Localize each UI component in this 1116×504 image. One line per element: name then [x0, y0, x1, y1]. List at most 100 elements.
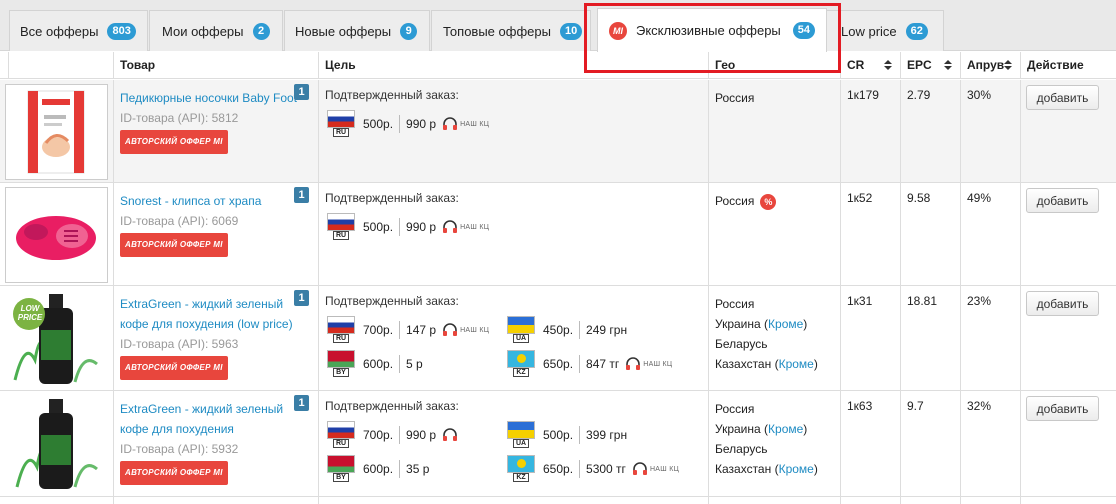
- product-name-link[interactable]: ExtraGreen - жидкий зеленый кофе для пох…: [120, 294, 298, 334]
- epc-value: 2.79: [907, 88, 931, 102]
- epc-value: 9.58: [907, 191, 931, 205]
- epc-cell: 9.7: [901, 391, 961, 496]
- approve-cell: [961, 497, 1021, 504]
- divider: [399, 460, 401, 478]
- sort-icon[interactable]: [1004, 60, 1012, 70]
- payout-amount: 450р.: [543, 323, 574, 337]
- action-cell: добавить: [1021, 286, 1116, 390]
- header-goal[interactable]: Цель: [319, 52, 709, 79]
- epc-cell: 2.79: [901, 80, 961, 182]
- add-offer-button[interactable]: добавить: [1026, 396, 1099, 421]
- tab-label: Топовые офферы: [443, 23, 551, 39]
- flag-ukraine-icon: UA: [507, 421, 535, 449]
- tab-count-badge: 54: [792, 22, 816, 39]
- epc-cell: 18.81: [901, 286, 961, 390]
- except-link[interactable]: Кроме: [768, 422, 803, 436]
- approve-cell: 30%: [961, 80, 1021, 182]
- product-cell: ExtraGreen - жидкий зеленый кофе для пох…: [114, 286, 319, 390]
- product-name-link[interactable]: Педикюрные носочки Baby Foot: [120, 88, 298, 108]
- product-image-baby-foot[interactable]: [5, 84, 108, 180]
- add-offer-button[interactable]: добавить: [1026, 188, 1099, 213]
- product-name-link[interactable]: Snorest - клипса от храпа: [120, 191, 298, 211]
- call-center-info: НАШ КЦ: [442, 117, 489, 131]
- product-price: 847 тг: [586, 357, 620, 371]
- product-cell: [114, 497, 319, 504]
- offer-number-badge: 1: [294, 290, 309, 306]
- header-cr[interactable]: CR: [841, 52, 901, 79]
- divider: [579, 426, 581, 444]
- except-link[interactable]: Кроме: [768, 317, 803, 331]
- flag-kazakhstan-icon: KZ: [507, 455, 535, 483]
- flag-kazakhstan-icon: KZ: [507, 350, 535, 378]
- header-label: Действие: [1027, 58, 1084, 72]
- tab-label: Новые офферы: [295, 23, 392, 39]
- product-image-cell: [0, 497, 114, 504]
- except-link[interactable]: Кроме: [779, 462, 814, 476]
- tab-exclusive-offers[interactable]: MI Эксклюзивные офферы 54: [597, 8, 827, 52]
- flag-russia-icon: RU: [327, 213, 355, 241]
- payout-amount: 650р.: [543, 357, 574, 371]
- product-image-extragreen-low-price[interactable]: LOW PRICE: [5, 290, 108, 386]
- add-offer-button[interactable]: добавить: [1026, 291, 1099, 316]
- tab-label: Мои офферы: [162, 23, 244, 39]
- header-label: Цель: [325, 58, 356, 72]
- product-image-snorest[interactable]: [5, 187, 108, 283]
- except-link[interactable]: Кроме: [779, 357, 814, 371]
- payout-ru: RU 500р. 990 р НАШ КЦ: [327, 213, 489, 241]
- header-approve[interactable]: Апрув: [961, 52, 1021, 79]
- product-info: ExtraGreen - жидкий зеленый кофе для пох…: [120, 294, 298, 380]
- payout-ua: UA 500р. 399 грн: [507, 421, 627, 449]
- tab-low-price[interactable]: Low price 62: [820, 10, 944, 51]
- offer-number-badge: 1: [294, 395, 309, 411]
- divider: [579, 321, 581, 339]
- tab-top-offers[interactable]: Топовые офферы 10: [431, 10, 591, 51]
- tab-label: Все офферы: [20, 23, 99, 39]
- divider: [579, 355, 581, 373]
- cr-value: 1к52: [847, 191, 873, 205]
- product-id: ID-товара (API): 5812: [120, 111, 239, 125]
- geo-country: Казахстан: [715, 357, 772, 371]
- headphones-icon: [443, 220, 458, 233]
- flag-belarus-icon: BY: [327, 455, 355, 483]
- call-center-info: НАШ КЦ: [625, 357, 672, 371]
- cr-value: 1к31: [847, 294, 873, 308]
- tab-my-offers[interactable]: Мои офферы 2: [149, 10, 283, 51]
- flag-russia-icon: RU: [327, 316, 355, 344]
- cr-cell: 1к179: [841, 80, 901, 182]
- cr-cell: 1к52: [841, 183, 901, 285]
- sort-icon[interactable]: [944, 60, 952, 70]
- product-name-link[interactable]: ExtraGreen - жидкий зеленый кофе для пох…: [120, 399, 298, 439]
- geo-entry: Украина (Кроме): [715, 422, 808, 436]
- action-cell: добавить: [1021, 391, 1116, 496]
- tab-count-badge: 10: [559, 22, 583, 40]
- product-price: 147 р: [406, 323, 437, 337]
- geo-entry: Украина (Кроме): [715, 317, 808, 331]
- geo-country: Казахстан: [715, 462, 772, 476]
- author-offer-badge: АВТОРСКИЙ ОФФЕР MI: [120, 356, 228, 380]
- cr-cell: [841, 497, 901, 504]
- goal-cell: Подтвержденный заказ: RU 500р. 990 р НАШ…: [319, 183, 709, 285]
- geo-country: Беларусь: [715, 337, 768, 351]
- add-offer-button[interactable]: добавить: [1026, 85, 1099, 110]
- tab-all-offers[interactable]: Все офферы 803: [9, 10, 148, 51]
- headphones-icon: [443, 117, 458, 130]
- goal-label: Подтвержденный заказ:: [325, 88, 459, 102]
- geo-list: Россия Украина (Кроме) Беларусь Казахста…: [715, 399, 818, 479]
- geo-country: Россия: [715, 402, 755, 416]
- header-product[interactable]: Товар: [114, 52, 319, 79]
- table-row: [0, 497, 1116, 504]
- header-geo[interactable]: Гео: [709, 52, 841, 79]
- product-image-extragreen[interactable]: [5, 395, 108, 491]
- goal-cell: Подтвержденный заказ: RU 700р. 990 р UA: [319, 391, 709, 496]
- sort-icon[interactable]: [884, 60, 892, 70]
- goal-label: Подтвержденный заказ:: [325, 191, 459, 205]
- tab-new-offers[interactable]: Новые офферы 9: [284, 10, 430, 51]
- payout-kz: KZ 650р. 5300 тг НАШ КЦ: [507, 455, 679, 483]
- header-epc[interactable]: EPC: [901, 52, 961, 79]
- approve-value: 23%: [967, 294, 992, 308]
- epc-cell: 9.58: [901, 183, 961, 285]
- cr-cell: 1к63: [841, 391, 901, 496]
- action-cell: добавить: [1021, 183, 1116, 285]
- table-row: Педикюрные носочки Baby Foot ID-товара (…: [0, 80, 1116, 183]
- header-spacer: [0, 52, 9, 79]
